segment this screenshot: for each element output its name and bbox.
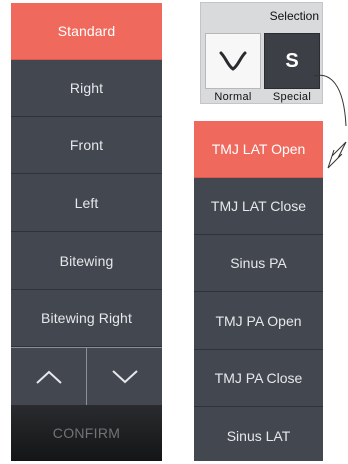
selection-title: Selection (269, 9, 319, 23)
program-item-left[interactable]: Left (11, 175, 162, 232)
special-glyph: S (285, 49, 299, 72)
special-item-label: TMJ PA Open (215, 313, 302, 329)
scroll-arrows (11, 347, 162, 406)
program-menu-panel: Standard Right Front Left Bitewing Bitew… (11, 3, 162, 461)
normal-mode-button[interactable] (205, 33, 261, 89)
special-item-sinus-pa[interactable]: Sinus PA (194, 235, 323, 292)
special-item-label: Sinus LAT (226, 427, 291, 444)
special-program-panel: TMJ LAT Open TMJ LAT Close Sinus PA TMJ … (194, 121, 323, 461)
confirm-label: CONFIRM (52, 425, 121, 441)
special-item-tmj-pa-close[interactable]: TMJ PA Close (194, 350, 323, 407)
special-item-label: TMJ LAT Open (211, 141, 306, 157)
special-item-tmj-lat-close[interactable]: TMJ LAT Close (194, 178, 323, 235)
chevron-up-icon (35, 370, 62, 384)
program-item-right[interactable]: Right (11, 60, 162, 117)
program-item-label: Bitewing (59, 253, 114, 269)
confirm-button[interactable]: CONFIRM (11, 405, 162, 461)
program-item-bitewing[interactable]: Bitewing (11, 233, 162, 290)
normal-label: Normal (214, 91, 252, 103)
program-item-label: Bitewing Right (41, 310, 132, 326)
program-item-label: Standard (57, 23, 116, 39)
arrow-pointer-icon (327, 141, 347, 169)
program-item-front[interactable]: Front (11, 117, 162, 174)
program-item-label: Left (74, 195, 99, 211)
program-item-label: Front (69, 137, 104, 153)
special-item-tmj-pa-open[interactable]: TMJ PA Open (194, 293, 323, 350)
v-shape-icon (219, 51, 247, 71)
program-item-bitewing-right[interactable]: Bitewing Right (11, 290, 162, 347)
special-item-sinus-lat[interactable]: Sinus LAT (194, 407, 323, 464)
program-item-label: Right (69, 80, 104, 96)
special-item-label: Sinus PA (230, 255, 287, 271)
scroll-up-button[interactable] (11, 348, 87, 406)
selection-box: Selection S Normal Special (200, 2, 323, 104)
special-item-tmj-lat-open[interactable]: TMJ LAT Open (194, 121, 323, 178)
special-item-label: TMJ LAT Close (210, 198, 307, 214)
scroll-down-button[interactable] (87, 348, 162, 406)
chevron-down-icon (111, 370, 138, 384)
program-item-standard[interactable]: Standard (11, 3, 162, 60)
special-item-label: TMJ PA Close (214, 370, 303, 386)
